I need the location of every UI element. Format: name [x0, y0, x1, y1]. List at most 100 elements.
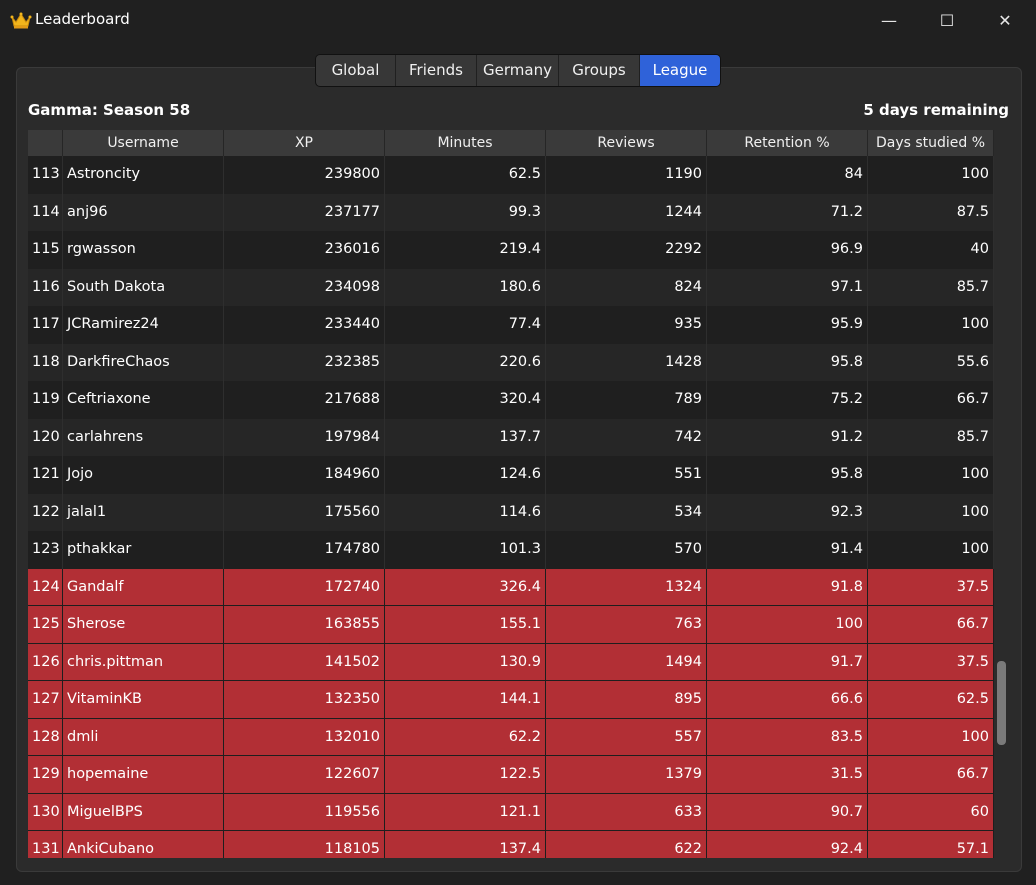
table-row[interactable]: 118 DarkfireChaos 232385 220.6 1428 95.8 55.6 — [28, 343, 994, 381]
vertical-scrollbar[interactable] — [996, 661, 1008, 745]
minutes-cell: 121.1 — [385, 793, 546, 831]
table-row[interactable]: 116 South Dakota 234098 180.6 824 97.1 85.7 — [28, 268, 994, 306]
header-xp[interactable]: XP — [224, 130, 385, 156]
table-row[interactable]: 129 hopemaine 122607 122.5 1379 31.5 66.7 — [28, 756, 994, 794]
username-cell: dmli — [63, 718, 224, 756]
rank-cell: 115 — [28, 231, 63, 269]
days-studied-cell: 40 — [868, 231, 994, 269]
username-cell: chris.pittman — [63, 643, 224, 681]
username-cell: VitaminKB — [63, 681, 224, 719]
leaderboard-table: Username XP Minutes Reviews Retention % … — [28, 130, 994, 858]
rank-cell: 121 — [28, 456, 63, 494]
close-button[interactable]: ✕ — [976, 0, 1034, 40]
rank-cell: 127 — [28, 681, 63, 719]
rank-cell: 113 — [28, 156, 63, 194]
days-studied-cell: 66.7 — [868, 381, 994, 419]
retention-cell: 95.9 — [707, 306, 868, 344]
minutes-cell: 137.7 — [385, 418, 546, 456]
header-rank[interactable] — [28, 130, 63, 156]
rank-cell: 116 — [28, 268, 63, 306]
minutes-cell: 124.6 — [385, 456, 546, 494]
xp-cell: 233440 — [224, 306, 385, 344]
days-studied-cell: 37.5 — [868, 568, 994, 606]
retention-cell: 71.2 — [707, 193, 868, 231]
table-row[interactable]: 121 Jojo 184960 124.6 551 95.8 100 — [28, 456, 994, 494]
table-row[interactable]: 122 jalal1 175560 114.6 534 92.3 100 — [28, 493, 994, 531]
reviews-cell: 895 — [546, 681, 707, 719]
table-row[interactable]: 128 dmli 132010 62.2 557 83.5 100 — [28, 718, 994, 756]
header-minutes[interactable]: Minutes — [385, 130, 546, 156]
tab-germany[interactable]: Germany — [477, 55, 559, 86]
days-studied-cell: 85.7 — [868, 268, 994, 306]
table-row[interactable]: 113 Astroncity 239800 62.5 1190 84 100 — [28, 156, 994, 194]
xp-cell: 217688 — [224, 381, 385, 419]
days-studied-cell: 100 — [868, 718, 994, 756]
tab-global[interactable]: Global — [316, 55, 396, 86]
header-username[interactable]: Username — [63, 130, 224, 156]
xp-cell: 237177 — [224, 193, 385, 231]
username-cell: pthakkar — [63, 531, 224, 569]
table-row[interactable]: 120 carlahrens 197984 137.7 742 91.2 85.7 — [28, 418, 994, 456]
days-remaining: 5 days remaining — [863, 101, 1009, 119]
xp-cell: 236016 — [224, 231, 385, 269]
retention-cell: 91.8 — [707, 568, 868, 606]
retention-cell: 95.8 — [707, 456, 868, 494]
retention-cell: 96.9 — [707, 231, 868, 269]
xp-cell: 141502 — [224, 643, 385, 681]
retention-cell: 92.3 — [707, 493, 868, 531]
table-row[interactable]: 115 rgwasson 236016 219.4 2292 96.9 40 — [28, 231, 994, 269]
table-row[interactable]: 124 Gandalf 172740 326.4 1324 91.8 37.5 — [28, 568, 994, 606]
table-row[interactable]: 117 JCRamirez24 233440 77.4 935 95.9 100 — [28, 306, 994, 344]
reviews-cell: 534 — [546, 493, 707, 531]
rank-cell: 118 — [28, 343, 63, 381]
table-row[interactable]: 127 VitaminKB 132350 144.1 895 66.6 62.5 — [28, 681, 994, 719]
reviews-cell: 633 — [546, 793, 707, 831]
table-row[interactable]: 123 pthakkar 174780 101.3 570 91.4 100 — [28, 531, 994, 569]
scrollbar-thumb[interactable] — [997, 661, 1006, 745]
days-studied-cell: 100 — [868, 156, 994, 194]
table-row[interactable]: 114 anj96 237177 99.3 1244 71.2 87.5 — [28, 193, 994, 231]
rank-cell: 128 — [28, 718, 63, 756]
username-cell: anj96 — [63, 193, 224, 231]
tab-groups[interactable]: Groups — [559, 55, 640, 86]
header-retention[interactable]: Retention % — [707, 130, 868, 156]
minimize-button[interactable]: — — [860, 0, 918, 40]
rank-cell: 123 — [28, 531, 63, 569]
rank-cell: 130 — [28, 793, 63, 831]
header-days-studied[interactable]: Days studied % — [868, 130, 994, 156]
table-row[interactable]: 130 MiguelBPS 119556 121.1 633 90.7 60 — [28, 793, 994, 831]
minutes-cell: 101.3 — [385, 531, 546, 569]
table-row[interactable]: 126 chris.pittman 141502 130.9 1494 91.7 37.5 — [28, 643, 994, 681]
rank-cell: 114 — [28, 193, 63, 231]
table-row[interactable]: 119 Ceftriaxone 217688 320.4 789 75.2 66.7 — [28, 381, 994, 419]
days-studied-cell: 87.5 — [868, 193, 994, 231]
username-cell: AnkiCubano — [63, 831, 224, 858]
username-cell: hopemaine — [63, 756, 224, 794]
reviews-cell: 742 — [546, 418, 707, 456]
header-reviews[interactable]: Reviews — [546, 130, 707, 156]
username-cell: JCRamirez24 — [63, 306, 224, 344]
retention-cell: 84 — [707, 156, 868, 194]
minutes-cell: 326.4 — [385, 568, 546, 606]
username-cell: MiguelBPS — [63, 793, 224, 831]
minutes-cell: 130.9 — [385, 643, 546, 681]
xp-cell: 122607 — [224, 756, 385, 794]
reviews-cell: 1379 — [546, 756, 707, 794]
xp-cell: 239800 — [224, 156, 385, 194]
minutes-cell: 77.4 — [385, 306, 546, 344]
retention-cell: 66.6 — [707, 681, 868, 719]
rank-cell: 126 — [28, 643, 63, 681]
username-cell: Gandalf — [63, 568, 224, 606]
retention-cell: 95.8 — [707, 343, 868, 381]
xp-cell: 175560 — [224, 493, 385, 531]
days-studied-cell: 66.7 — [868, 606, 994, 644]
retention-cell: 31.5 — [707, 756, 868, 794]
minutes-cell: 114.6 — [385, 493, 546, 531]
table-row[interactable]: 131 AnkiCubano 118105 137.4 622 92.4 57.1 — [28, 831, 994, 858]
minutes-cell: 62.5 — [385, 156, 546, 194]
table-row[interactable]: 125 Sherose 163855 155.1 763 100 66.7 — [28, 606, 994, 644]
username-cell: DarkfireChaos — [63, 343, 224, 381]
maximize-button[interactable]: ☐ — [918, 0, 976, 40]
tab-league[interactable]: League — [640, 55, 720, 86]
tab-friends[interactable]: Friends — [396, 55, 477, 86]
